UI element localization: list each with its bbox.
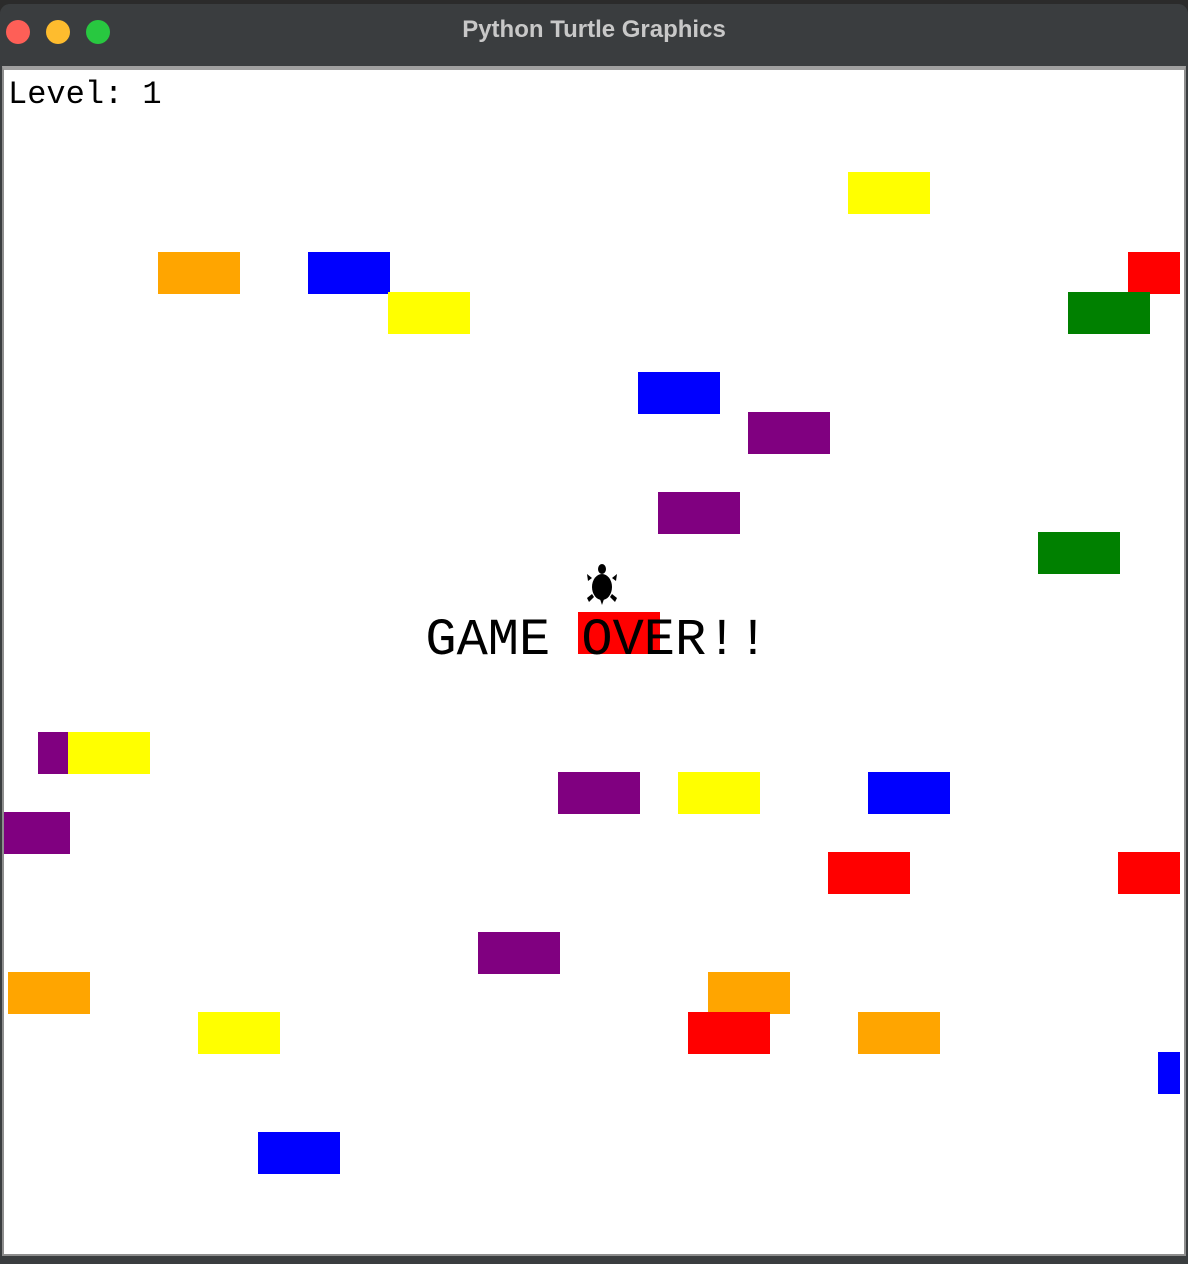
brick bbox=[478, 932, 560, 974]
brick bbox=[638, 372, 720, 414]
brick bbox=[38, 732, 70, 774]
brick bbox=[308, 252, 390, 294]
brick bbox=[848, 172, 930, 214]
brick bbox=[828, 852, 910, 894]
brick bbox=[158, 252, 240, 294]
brick bbox=[858, 1012, 940, 1054]
brick bbox=[4, 812, 70, 854]
brick bbox=[748, 412, 830, 454]
brick bbox=[678, 772, 760, 814]
window-title: Python Turtle Graphics bbox=[462, 16, 726, 43]
brick bbox=[1118, 852, 1180, 894]
brick bbox=[68, 732, 150, 774]
brick bbox=[388, 292, 470, 334]
brick bbox=[658, 492, 740, 534]
brick bbox=[258, 1132, 340, 1174]
brick bbox=[198, 1012, 280, 1054]
brick bbox=[8, 972, 90, 1014]
turtle-window: Python Turtle Graphics Level: 1 GAME OVE… bbox=[0, 4, 1188, 1264]
brick bbox=[1128, 252, 1180, 294]
brick bbox=[708, 972, 790, 1014]
brick bbox=[688, 1012, 770, 1054]
brick bbox=[868, 772, 950, 814]
turtle-icon bbox=[587, 564, 617, 605]
brick bbox=[1158, 1052, 1180, 1094]
level-indicator: Level: 1 bbox=[8, 76, 162, 113]
brick bbox=[1068, 292, 1150, 334]
brick bbox=[558, 772, 640, 814]
game-canvas[interactable]: Level: 1 GAME OVER!! bbox=[2, 66, 1186, 1256]
game-over-message: GAME OVER!! bbox=[425, 611, 769, 670]
title-bar[interactable]: Python Turtle Graphics bbox=[0, 4, 1188, 62]
brick bbox=[1038, 532, 1120, 574]
